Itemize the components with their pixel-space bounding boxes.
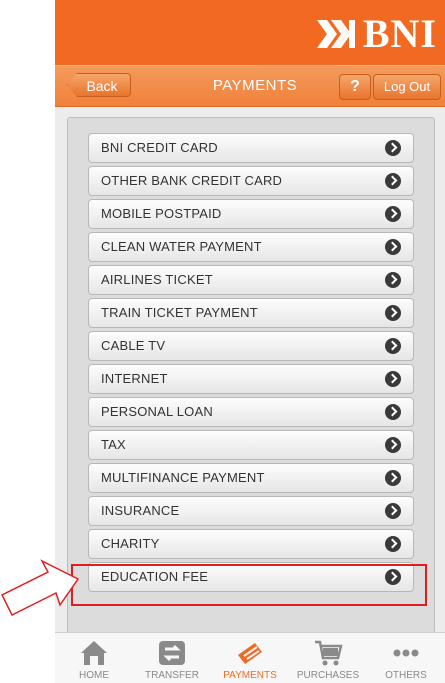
bni-46-emblem-icon xyxy=(316,20,355,48)
chevron-right-icon xyxy=(385,470,401,486)
menu-item-bni-credit-card[interactable]: BNI CREDIT CARD xyxy=(88,133,414,163)
tab-purchases[interactable]: PURCHASES xyxy=(289,633,367,683)
tab-label: HOME xyxy=(79,670,109,681)
chevron-right-icon xyxy=(385,503,401,519)
bottom-tab-bar: HOME TRANSFER PAYMENTS PURCHASES OTHERS xyxy=(55,632,445,683)
chevron-right-icon xyxy=(385,305,401,321)
tab-payments[interactable]: PAYMENTS xyxy=(211,633,289,683)
tab-label: TRANSFER xyxy=(145,670,199,681)
menu-item-mobile-postpaid[interactable]: MOBILE POSTPAID xyxy=(88,199,414,229)
logout-button[interactable]: Log Out xyxy=(373,74,441,100)
chevron-right-icon xyxy=(385,404,401,420)
payment-menu-list: BNI CREDIT CARD OTHER BANK CREDIT CARD M… xyxy=(88,133,414,595)
nav-bar: Back PAYMENTS ? Log Out xyxy=(55,65,445,107)
chevron-right-icon xyxy=(385,140,401,156)
menu-item-label: INSURANCE xyxy=(101,503,180,518)
menu-item-label: INTERNET xyxy=(101,371,168,386)
menu-item-clean-water-payment[interactable]: CLEAN WATER PAYMENT xyxy=(88,232,414,262)
tab-home[interactable]: HOME xyxy=(55,633,133,683)
pointer-arrow-icon xyxy=(0,559,80,617)
chevron-right-icon xyxy=(385,173,401,189)
cart-icon xyxy=(315,640,343,666)
app-screen: BNI Back PAYMENTS ? Log Out BNI CREDIT C… xyxy=(55,0,445,683)
payments-panel: BNI CREDIT CARD OTHER BANK CREDIT CARD M… xyxy=(67,117,435,634)
chevron-right-icon xyxy=(385,272,401,288)
logo-text: BNI xyxy=(362,11,437,56)
chevron-right-icon xyxy=(385,536,401,552)
menu-item-airlines-ticket[interactable]: AIRLINES TICKET xyxy=(88,265,414,295)
menu-item-label: OTHER BANK CREDIT CARD xyxy=(101,173,283,188)
chevron-right-icon xyxy=(385,239,401,255)
menu-item-tax[interactable]: TAX xyxy=(88,430,414,460)
tab-label: PURCHASES xyxy=(296,670,360,681)
menu-item-label: EDUCATION FEE xyxy=(101,569,209,584)
help-button[interactable]: ? xyxy=(339,74,371,100)
tab-label: OTHERS xyxy=(385,670,427,681)
menu-item-label: CABLE TV xyxy=(101,338,166,353)
back-button[interactable]: Back xyxy=(67,73,131,97)
menu-item-label: AIRLINES TICKET xyxy=(101,272,213,287)
chevron-right-icon xyxy=(385,338,401,354)
menu-item-label: MULTIFINANCE PAYMENT xyxy=(101,470,265,485)
menu-item-label: BNI CREDIT CARD xyxy=(101,140,218,155)
payments-icon xyxy=(238,643,262,664)
menu-item-cable-tv[interactable]: CABLE TV xyxy=(88,331,414,361)
menu-item-label: PERSONAL LOAN xyxy=(101,404,213,419)
menu-item-internet[interactable]: INTERNET xyxy=(88,364,414,394)
transfer-icon xyxy=(159,641,185,665)
menu-item-multifinance-payment[interactable]: MULTIFINANCE PAYMENT xyxy=(88,463,414,493)
tab-others[interactable]: OTHERS xyxy=(367,633,445,683)
menu-item-label: MOBILE POSTPAID xyxy=(101,206,222,221)
tab-transfer[interactable]: TRANSFER xyxy=(133,633,211,683)
more-icon xyxy=(393,649,419,657)
menu-item-label: CLEAN WATER PAYMENT xyxy=(101,239,262,254)
page-title: PAYMENTS xyxy=(212,77,298,94)
menu-item-label: TRAIN TICKET PAYMENT xyxy=(101,305,258,320)
home-icon xyxy=(81,641,107,665)
menu-item-other-bank-credit-card[interactable]: OTHER BANK CREDIT CARD xyxy=(88,166,414,196)
chevron-right-icon xyxy=(385,206,401,222)
menu-item-personal-loan[interactable]: PERSONAL LOAN xyxy=(88,397,414,427)
menu-item-label: TAX xyxy=(101,437,126,452)
menu-item-education-fee[interactable]: EDUCATION FEE xyxy=(88,562,414,592)
menu-item-train-ticket-payment[interactable]: TRAIN TICKET PAYMENT xyxy=(88,298,414,328)
chevron-right-icon xyxy=(385,437,401,453)
chevron-right-icon xyxy=(385,569,401,585)
brand-header: BNI xyxy=(55,0,445,65)
tab-label: PAYMENTS xyxy=(223,670,277,681)
menu-item-label: CHARITY xyxy=(101,536,160,551)
menu-item-insurance[interactable]: INSURANCE xyxy=(88,496,414,526)
bni-logo: BNI xyxy=(315,12,437,56)
menu-item-charity[interactable]: CHARITY xyxy=(88,529,414,559)
chevron-right-icon xyxy=(385,371,401,387)
